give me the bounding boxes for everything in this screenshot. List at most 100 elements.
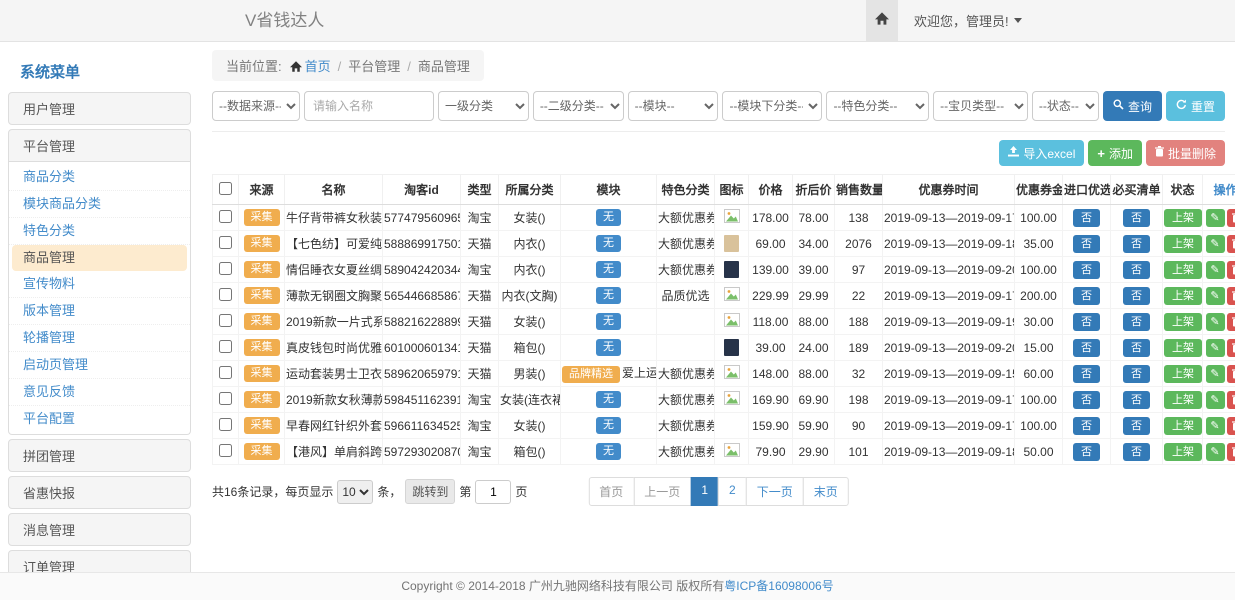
filter-select-0[interactable]: 一级分类 — [438, 91, 529, 121]
row-checkbox[interactable] — [219, 418, 232, 431]
delete-button[interactable] — [1227, 261, 1235, 279]
status-badge[interactable]: 上架 — [1164, 209, 1202, 227]
edit-button[interactable]: ✎ — [1206, 391, 1225, 409]
status-badge[interactable]: 上架 — [1164, 261, 1202, 279]
page-button-1[interactable]: 上一页 — [633, 477, 691, 506]
filter-select-5[interactable]: --宝贝类型-- — [933, 91, 1028, 121]
must-buy-toggle[interactable]: 否 — [1123, 339, 1150, 357]
status-badge[interactable]: 上架 — [1164, 365, 1202, 383]
sidebar-group-14[interactable]: 消息管理 — [8, 513, 191, 546]
sidebar-group-13[interactable]: 省惠快报 — [8, 476, 191, 509]
must-buy-toggle[interactable]: 否 — [1123, 417, 1150, 435]
edit-button[interactable]: ✎ — [1206, 209, 1225, 227]
status-badge[interactable]: 上架 — [1164, 391, 1202, 409]
sidebar-item-7[interactable]: 版本管理 — [9, 298, 190, 325]
sidebar-item-6[interactable]: 宣传物料 — [9, 271, 190, 298]
row-checkbox[interactable] — [219, 288, 232, 301]
import-toggle[interactable]: 否 — [1073, 417, 1100, 435]
edit-button[interactable]: ✎ — [1206, 235, 1225, 253]
row-checkbox[interactable] — [219, 366, 232, 379]
import-toggle[interactable]: 否 — [1073, 365, 1100, 383]
delete-button[interactable] — [1227, 339, 1235, 357]
breadcrumb-item-goods[interactable]: 商品管理 — [418, 59, 470, 74]
delete-button[interactable] — [1227, 287, 1235, 305]
row-checkbox[interactable] — [219, 340, 232, 353]
reset-button[interactable]: 重置 — [1166, 91, 1225, 121]
sidebar-group-12[interactable]: 拼团管理 — [8, 439, 191, 472]
must-buy-toggle[interactable]: 否 — [1123, 287, 1150, 305]
row-checkbox[interactable] — [219, 314, 232, 327]
must-buy-toggle[interactable]: 否 — [1123, 365, 1150, 383]
filter-select-3[interactable]: --模块下分类-- — [722, 91, 822, 121]
edit-button[interactable]: ✎ — [1206, 261, 1225, 279]
page-button-2[interactable]: 1 — [690, 477, 719, 506]
goods-name-input[interactable] — [304, 91, 434, 121]
status-badge[interactable]: 上架 — [1164, 287, 1202, 305]
must-buy-toggle[interactable]: 否 — [1123, 235, 1150, 253]
status-badge[interactable]: 上架 — [1164, 417, 1202, 435]
import-toggle[interactable]: 否 — [1073, 443, 1100, 461]
status-badge[interactable]: 上架 — [1164, 339, 1202, 357]
edit-button[interactable]: ✎ — [1206, 287, 1225, 305]
must-buy-toggle[interactable]: 否 — [1123, 209, 1150, 227]
sidebar-item-9[interactable]: 启动页管理 — [9, 352, 190, 379]
row-checkbox[interactable] — [219, 236, 232, 249]
row-checkbox[interactable] — [219, 210, 232, 223]
delete-button[interactable] — [1227, 443, 1235, 461]
breadcrumb-home-link[interactable]: 首页 — [305, 59, 331, 74]
filter-select-4[interactable]: --特色分类-- — [826, 91, 929, 121]
sidebar-item-3[interactable]: 模块商品分类 — [9, 191, 190, 218]
import-toggle[interactable]: 否 — [1073, 391, 1100, 409]
edit-button[interactable]: ✎ — [1206, 365, 1225, 383]
per-page-select[interactable]: 10 — [337, 480, 373, 504]
filter-source-select[interactable]: --数据来源-- — [212, 91, 300, 121]
add-button[interactable]: + 添加 — [1088, 140, 1142, 166]
jump-button[interactable]: 跳转到 — [405, 479, 455, 504]
import-excel-button[interactable]: 导入excel — [999, 140, 1084, 166]
page-button-3[interactable]: 2 — [718, 477, 747, 506]
delete-button[interactable] — [1227, 365, 1235, 383]
edit-button[interactable]: ✎ — [1206, 313, 1225, 331]
sidebar-item-8[interactable]: 轮播管理 — [9, 325, 190, 352]
delete-button[interactable] — [1227, 313, 1235, 331]
page-button-5[interactable]: 末页 — [803, 477, 849, 506]
sidebar-item-4[interactable]: 特色分类 — [9, 218, 190, 245]
must-buy-toggle[interactable]: 否 — [1123, 391, 1150, 409]
delete-button[interactable] — [1227, 209, 1235, 227]
delete-button[interactable] — [1227, 417, 1235, 435]
sidebar-item-5[interactable]: 商品管理 — [12, 245, 187, 271]
import-toggle[interactable]: 否 — [1073, 235, 1100, 253]
page-button-4[interactable]: 下一页 — [746, 477, 804, 506]
import-toggle[interactable]: 否 — [1073, 209, 1100, 227]
row-checkbox[interactable] — [219, 392, 232, 405]
status-badge[interactable]: 上架 — [1164, 313, 1202, 331]
filter-select-2[interactable]: --模块-- — [628, 91, 719, 121]
filter-select-1[interactable]: --二级分类-- — [533, 91, 624, 121]
must-buy-toggle[interactable]: 否 — [1123, 313, 1150, 331]
sidebar-group-0[interactable]: 用户管理 — [8, 92, 191, 125]
breadcrumb-item-platform[interactable]: 平台管理 — [348, 59, 400, 74]
row-checkbox[interactable] — [219, 444, 232, 457]
sidebar-item-10[interactable]: 意见反馈 — [9, 379, 190, 406]
row-checkbox[interactable] — [219, 262, 232, 275]
import-toggle[interactable]: 否 — [1073, 313, 1100, 331]
import-toggle[interactable]: 否 — [1073, 339, 1100, 357]
delete-button[interactable] — [1227, 235, 1235, 253]
filter-select-6[interactable]: --状态-- — [1032, 91, 1099, 121]
icp-link[interactable]: 粤ICP备16098006号 — [724, 579, 833, 593]
batch-delete-button[interactable]: 批量删除 — [1146, 140, 1225, 166]
status-badge[interactable]: 上架 — [1164, 443, 1202, 461]
search-button[interactable]: 查询 — [1103, 91, 1162, 121]
must-buy-toggle[interactable]: 否 — [1123, 261, 1150, 279]
page-number-input[interactable] — [475, 480, 511, 504]
status-badge[interactable]: 上架 — [1164, 235, 1202, 253]
sidebar-item-2[interactable]: 商品分类 — [9, 164, 190, 191]
import-toggle[interactable]: 否 — [1073, 287, 1100, 305]
must-buy-toggle[interactable]: 否 — [1123, 443, 1150, 461]
edit-button[interactable]: ✎ — [1206, 417, 1225, 435]
home-button[interactable] — [866, 0, 898, 41]
delete-button[interactable] — [1227, 391, 1235, 409]
sidebar-group-1[interactable]: 平台管理 — [8, 129, 191, 162]
import-toggle[interactable]: 否 — [1073, 261, 1100, 279]
page-button-0[interactable]: 首页 — [588, 477, 634, 506]
